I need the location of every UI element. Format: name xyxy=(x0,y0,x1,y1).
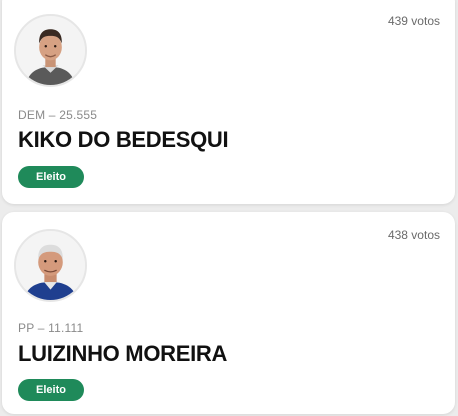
vote-count: 439 votos xyxy=(387,14,440,28)
candidate-photo xyxy=(14,229,87,302)
candidate-name: LUIZINHO MOREIRA xyxy=(18,341,228,366)
candidate-card[interactable]: 439 votos DEM – 25.555 KIKO DO BEDESQUI … xyxy=(2,0,455,204)
candidate-card[interactable]: 438 votos PP – 11.111 LUIZINHO MOREIRA E… xyxy=(2,212,455,414)
person-photo-icon xyxy=(16,16,85,85)
candidate-list: 439 votos DEM – 25.555 KIKO DO BEDESQUI … xyxy=(0,0,458,416)
candidate-photo xyxy=(14,14,87,87)
elected-badge: Eleito xyxy=(18,379,84,401)
party-number: DEM – 25.555 xyxy=(18,108,98,122)
candidate-name: KIKO DO BEDESQUI xyxy=(18,127,229,152)
vote-count: 438 votos xyxy=(387,228,440,242)
party-number: PP – 11.111 xyxy=(18,321,84,335)
elected-badge: Eleito xyxy=(18,166,84,188)
person-photo-icon xyxy=(16,231,85,300)
